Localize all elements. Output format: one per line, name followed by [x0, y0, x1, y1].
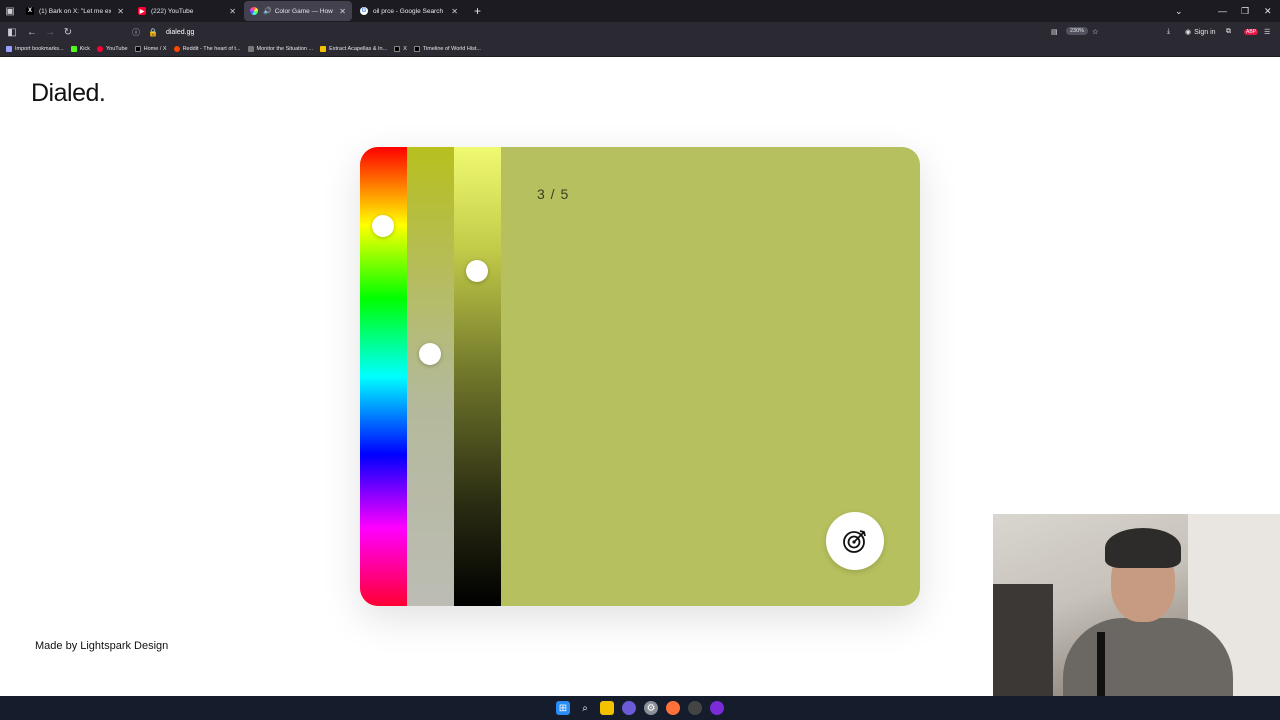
bookmark-extract-acapellas[interactable]: Extract Acapellas & In... — [320, 46, 387, 52]
bookmark-import[interactable]: Import bookmarks... — [6, 46, 64, 52]
x-logo-icon — [413, 46, 420, 52]
site-logo[interactable]: Dialed. — [31, 79, 106, 108]
new-tab-icon[interactable]: + — [474, 4, 481, 18]
lightness-slider[interactable] — [454, 147, 501, 606]
dialed-icon — [250, 7, 258, 15]
lightness-slider-handle[interactable] — [466, 260, 488, 282]
discord-icon[interactable] — [622, 701, 636, 715]
tab-youtube[interactable]: ▶ (222) YouTube ✕ — [132, 1, 242, 21]
monitor-icon — [247, 46, 254, 52]
reload-icon[interactable]: ↻ — [59, 27, 77, 38]
sign-in-label: Sign in — [1194, 28, 1216, 36]
navigation-bar: ◧ ← → ↻ ⓘ 🔒 dialed.gg ▤ 230% ☆ ⤓ ◉ Sign … — [0, 22, 1280, 42]
reddit-icon — [173, 46, 180, 52]
folder-icon — [320, 46, 327, 52]
tab-color-game[interactable]: 🔊 Color Game — How Well C ✕ — [244, 1, 352, 21]
firefox-icon[interactable] — [666, 701, 680, 715]
lock-icon: 🔒 — [148, 27, 158, 37]
tab-google-search[interactable]: G oil prce - Google Search ✕ — [354, 1, 464, 21]
x-logo-icon — [394, 46, 401, 52]
minimize-icon[interactable]: — — [1218, 0, 1227, 22]
extensions-icon[interactable]: ⧉ — [1226, 22, 1231, 42]
target-icon — [843, 530, 866, 553]
settings-icon[interactable]: ⚙ — [644, 701, 658, 715]
x-logo-icon: X — [26, 7, 34, 15]
file-explorer-icon[interactable] — [600, 701, 614, 715]
close-window-icon[interactable]: ✕ — [1264, 0, 1272, 22]
microphone — [1097, 632, 1105, 696]
account-icon: ◉ — [1185, 29, 1192, 36]
bookmark-star-icon[interactable]: ☆ — [1092, 22, 1098, 42]
saturation-slider-handle[interactable] — [419, 343, 441, 365]
tab-list-icon[interactable]: ▣ — [0, 0, 20, 22]
credit-text[interactable]: Made by Lightspark Design — [35, 640, 168, 652]
bookmarks-toolbar: Import bookmarks... Kick YouTube Home / … — [0, 42, 1280, 57]
account-button[interactable]: ◉ Sign in — [1185, 22, 1216, 42]
windows-start-icon[interactable]: ⊞ — [556, 701, 570, 715]
youtube-icon: ▶ — [138, 7, 146, 15]
tab-bark-on-x[interactable]: X (1) Bark on X: "Let me explain w ✕ — [20, 1, 130, 21]
reader-view-icon[interactable]: ▤ — [1051, 22, 1058, 42]
google-icon: G — [360, 7, 368, 15]
back-icon[interactable]: ← — [23, 27, 41, 38]
zoom-level[interactable]: 230% — [1066, 27, 1089, 35]
youtube-icon — [97, 46, 103, 52]
tab-overflow-icon[interactable]: ⌄ — [1175, 0, 1183, 22]
color-game-card: 3 / 5 — [360, 147, 920, 606]
bookmark-youtube[interactable]: YouTube — [97, 46, 128, 52]
close-tab-icon[interactable]: ✕ — [229, 7, 236, 16]
url-text[interactable]: dialed.gg — [166, 29, 194, 36]
tab-bar: ▣ X (1) Bark on X: "Let me explain w ✕ ▶… — [0, 0, 1280, 22]
sidebar-icon[interactable]: ◧ — [3, 27, 21, 38]
taskbar: ⊞ ⌕ ⚙ — [0, 696, 1280, 720]
bookmark-timeline[interactable]: Timeline of World Hist... — [413, 46, 481, 52]
app-icon[interactable] — [688, 701, 702, 715]
submit-guess-button[interactable] — [826, 512, 884, 570]
menu-icon[interactable]: ☰ — [1264, 22, 1270, 42]
close-tab-icon[interactable]: ✕ — [117, 7, 124, 16]
bookmark-x[interactable]: X — [394, 46, 407, 52]
webcam-overlay — [993, 514, 1280, 696]
import-icon — [6, 46, 12, 52]
saturation-slider[interactable] — [407, 147, 454, 606]
bookmark-monitor[interactable]: Monitor the Situation ... — [247, 46, 313, 52]
obs-icon[interactable] — [710, 701, 724, 715]
speaker-icon[interactable]: 🔊 — [263, 7, 272, 15]
site-info-icon[interactable]: ⓘ — [132, 27, 140, 38]
forward-icon[interactable]: → — [41, 27, 59, 38]
downloads-icon[interactable]: ⤓ — [1167, 22, 1170, 42]
extension-badge-icon[interactable]: ABP — [1244, 22, 1259, 42]
bookmark-home-x[interactable]: Home / X — [134, 46, 167, 52]
bookmark-kick[interactable]: Kick — [70, 46, 90, 52]
bookmark-reddit[interactable]: Reddit - The heart of t... — [173, 46, 241, 52]
kick-icon — [70, 46, 77, 52]
search-icon[interactable]: ⌕ — [578, 701, 592, 715]
close-tab-icon[interactable]: ✕ — [339, 7, 346, 16]
close-tab-icon[interactable]: ✕ — [451, 7, 458, 16]
restore-icon[interactable]: ❐ — [1241, 0, 1249, 22]
x-logo-icon — [134, 46, 141, 52]
address-bar[interactable]: ⓘ 🔒 dialed.gg — [132, 24, 1062, 40]
round-counter: 3 / 5 — [537, 186, 570, 202]
hue-slider-handle[interactable] — [372, 215, 394, 237]
